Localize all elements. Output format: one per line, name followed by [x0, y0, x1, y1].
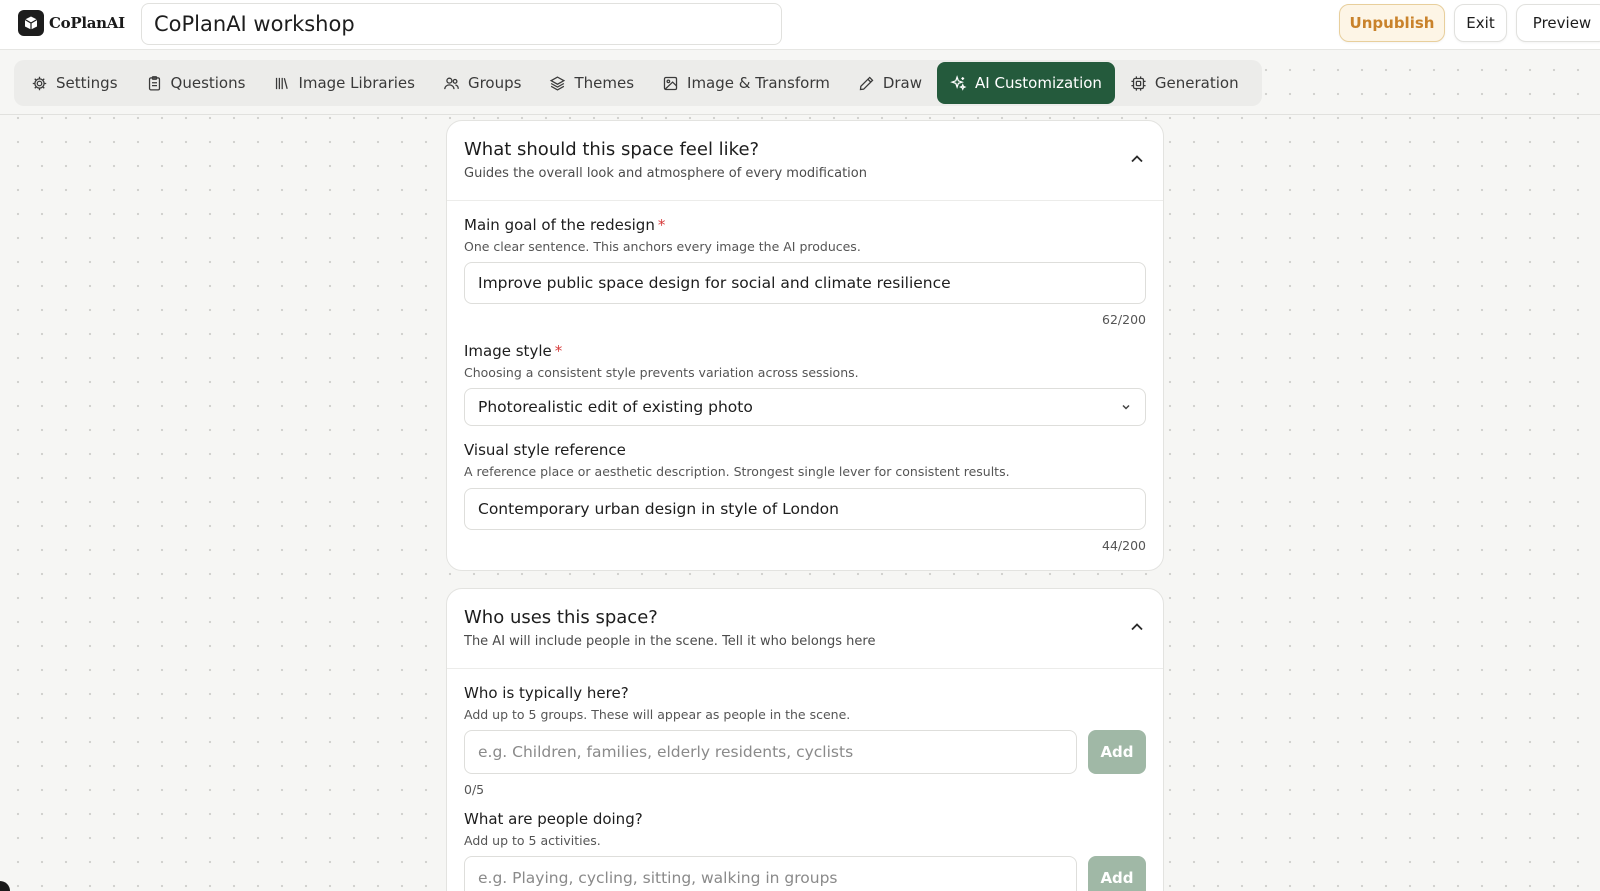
style-reference-input[interactable]: Contemporary urban design in style of Lo… — [464, 488, 1146, 530]
goal-input[interactable]: Improve public space design for social a… — [464, 262, 1146, 304]
logo-text: CoPlanAI — [49, 14, 125, 32]
goal-label: Main goal of the redesign * — [464, 216, 1146, 234]
window-corner — [0, 881, 10, 891]
reference-char-counter: 44/200 — [1102, 538, 1146, 553]
tab-label: Generation — [1154, 74, 1239, 92]
pencil-icon — [859, 76, 874, 90]
who-label: Who is typically here? — [464, 684, 629, 702]
tab-label: Settings — [56, 74, 118, 92]
group-count: 0/5 — [464, 782, 485, 797]
tab-label: AI Customization — [975, 74, 1102, 92]
tab-questions[interactable]: Questions — [133, 62, 259, 104]
tab-label: Groups — [467, 74, 522, 92]
tab-generation[interactable]: Generation — [1117, 62, 1252, 104]
tab-groups[interactable]: Groups — [430, 62, 534, 104]
image-style-value: Photorealistic edit of existing photo — [478, 398, 753, 416]
exit-button[interactable]: Exit — [1454, 4, 1507, 42]
preview-button[interactable]: Preview — [1516, 4, 1600, 42]
tab-ai-customization[interactable]: AI Customization — [937, 62, 1115, 104]
divider — [0, 114, 1600, 115]
chip-icon — [1131, 75, 1146, 91]
goal-help: One clear sentence. This anchors every i… — [464, 239, 861, 254]
chevron-up-icon[interactable] — [1129, 151, 1145, 167]
doing-field-header: What are people doing? Add up to 5 activ… — [464, 810, 1146, 848]
activities-input[interactable]: e.g. Playing, cycling, sitting, walking … — [464, 856, 1077, 891]
image-style-select[interactable]: Photorealistic edit of existing photo — [464, 388, 1146, 426]
logo-cube-icon — [18, 10, 44, 36]
tab-bar: Settings Questions Image Libraries Group… — [14, 60, 1262, 106]
goal-label-text: Main goal of the redesign — [464, 216, 655, 234]
tab-image-transform[interactable]: Image & Transform — [649, 62, 843, 104]
clipboard-icon — [148, 75, 160, 91]
library-icon — [276, 77, 289, 89]
tab-themes[interactable]: Themes — [536, 62, 647, 104]
style-label-text: Image style — [464, 342, 552, 360]
tab-label: Image & Transform — [687, 74, 830, 92]
unpublish-button[interactable]: Unpublish — [1339, 4, 1445, 42]
section-subtitle: Guides the overall look and atmosphere o… — [464, 166, 867, 181]
top-header: CoPlanAI CoPlanAI workshop Unpublish Exi… — [0, 0, 1600, 50]
section-title: Who uses this space? — [464, 607, 658, 628]
space-users-section: Who uses this space? The AI will include… — [446, 588, 1164, 891]
space-feel-section: What should this space feel like? Guides… — [446, 120, 1164, 571]
chevron-up-icon[interactable] — [1129, 619, 1145, 635]
reference-label: Visual style reference — [464, 441, 626, 459]
tab-label: Draw — [882, 74, 923, 92]
chevron-down-icon — [1122, 404, 1130, 410]
doing-help: Add up to 5 activities. — [464, 833, 601, 848]
who-help: Add up to 5 groups. These will appear as… — [464, 707, 851, 722]
section-header[interactable]: What should this space feel like? Guides… — [447, 121, 1163, 201]
style-field-header: Image style * Choosing a consistent style… — [464, 342, 1146, 380]
add-activity-button[interactable]: Add — [1088, 856, 1146, 891]
tab-settings[interactable]: Settings — [18, 62, 131, 104]
doing-label: What are people doing? — [464, 810, 643, 828]
tab-label: Themes — [574, 74, 635, 92]
who-groups-input[interactable]: e.g. Children, families, elderly residen… — [464, 730, 1077, 774]
reference-field-header: Visual style reference A reference place… — [464, 441, 1146, 479]
section-title: What should this space feel like? — [464, 139, 760, 160]
tab-image-libraries[interactable]: Image Libraries — [260, 62, 428, 104]
required-marker: * — [657, 216, 666, 234]
gear-icon — [32, 76, 47, 90]
app-logo[interactable]: CoPlanAI — [18, 10, 125, 36]
sparkles-icon — [950, 74, 967, 91]
section-header[interactable]: Who uses this space? The AI will include… — [447, 589, 1163, 669]
goal-field-header: Main goal of the redesign * One clear sen… — [464, 216, 1146, 254]
tab-draw[interactable]: Draw — [845, 62, 935, 104]
section-subtitle: The AI will include people in the scene.… — [464, 634, 876, 649]
required-marker: * — [554, 342, 563, 360]
users-icon — [444, 77, 459, 89]
style-help: Choosing a consistent style prevents var… — [464, 365, 859, 380]
tab-label: Image Libraries — [298, 74, 415, 92]
who-field-header: Who is typically here? Add up to 5 group… — [464, 684, 1146, 722]
goal-char-counter: 62/200 — [1102, 312, 1146, 327]
style-label: Image style * — [464, 342, 1146, 360]
add-group-button[interactable]: Add — [1088, 730, 1146, 774]
image-icon — [663, 76, 678, 90]
reference-help: A reference place or aesthetic descripti… — [464, 464, 1010, 479]
layers-icon — [550, 75, 566, 91]
workshop-title-input[interactable]: CoPlanAI workshop — [141, 3, 782, 45]
tab-label: Questions — [170, 74, 246, 92]
